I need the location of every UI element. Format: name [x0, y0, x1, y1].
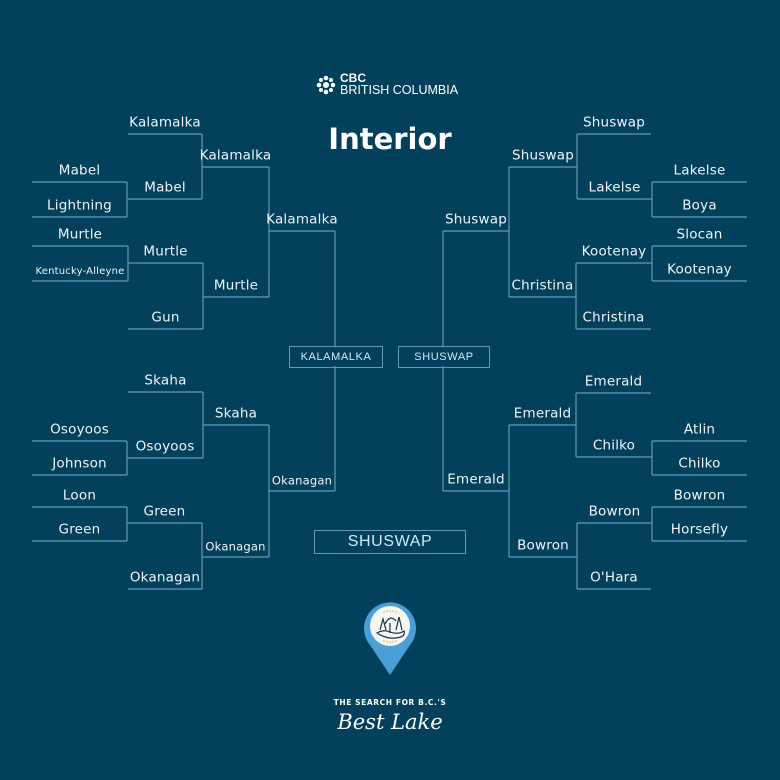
footer-tagline: THE SEARCH FOR B.C.'S: [333, 698, 447, 707]
right-semifinal-winner-text: SHUSWAP: [414, 351, 474, 363]
left-semifinal-winner-text: KALAMALKA: [300, 351, 372, 363]
right-team-label: Slocan: [676, 226, 723, 243]
right-team-label: Shuswap: [583, 114, 645, 131]
right-team-label: Kootenay: [581, 243, 647, 260]
right-team-label: O'Hara: [590, 569, 638, 586]
left-team-label: Mabel: [144, 179, 186, 196]
left-team-label: Kalamalka: [266, 211, 338, 228]
right-team-label: Boya: [682, 197, 717, 214]
right-team-label: Bowron: [673, 487, 726, 504]
left-team-label: Osoyoos: [50, 421, 109, 438]
right-team-label: Atlin: [683, 421, 716, 438]
page-title: Interior: [328, 122, 452, 156]
left-team-label: Lightning: [47, 197, 112, 214]
footer-best-lake: Best Lake: [337, 710, 443, 734]
left-team-label: Kentucky-Alleyne: [35, 266, 125, 277]
left-team-label: Johnson: [52, 455, 107, 472]
right-team-label: Emerald: [447, 471, 505, 488]
left-team-label: Kalamalka: [199, 147, 272, 164]
left-team-label: Mabel: [58, 162, 101, 179]
left-team-label: Green: [143, 503, 186, 520]
cbc-gem-icon: [316, 75, 336, 94]
left-team-label: Skaha: [144, 372, 187, 389]
right-team-label: Lakelse: [673, 162, 726, 179]
brand-region: BRITISH COLUMBIA: [340, 83, 459, 97]
right-team-label: Christina: [511, 277, 574, 294]
left-team-label: Skaha: [214, 405, 258, 422]
right-team-label: Shuswap: [445, 211, 507, 228]
cbc-brand: CBC BRITISH COLUMBIA: [316, 72, 459, 97]
right-team-label: Christina: [582, 309, 645, 326]
right-team-label: Lakelse: [588, 179, 641, 196]
left-team-label: Gun: [151, 309, 180, 326]
right-team-label: Emerald: [584, 373, 643, 390]
right-team-label: Emerald: [513, 405, 572, 422]
lake-map-pin-icon: [364, 602, 416, 675]
left-team-label: Murtle: [143, 243, 188, 260]
right-team-label: Shuswap: [512, 147, 574, 164]
left-semifinal-winner: KALAMALKA: [289, 346, 383, 368]
right-team-label: Chilko: [678, 455, 721, 472]
right-team-label: Horsefly: [670, 521, 729, 538]
right-team-label: Bowron: [588, 503, 641, 520]
right-team-label: Bowron: [517, 537, 569, 554]
left-team-label: Green: [58, 521, 101, 538]
left-team-label: Okanagan: [271, 473, 333, 488]
right-team-label: Chilko: [592, 437, 636, 454]
left-team-label: Murtle: [213, 277, 259, 294]
left-team-label: Kalamalka: [129, 114, 201, 131]
left-team-label: Okanagan: [205, 539, 266, 554]
left-team-label: Osoyoos: [135, 438, 195, 455]
left-team-label: Okanagan: [129, 569, 201, 586]
left-team-label: Murtle: [57, 226, 103, 243]
left-team-label: Loon: [62, 487, 97, 504]
right-team-label: Kootenay: [667, 261, 732, 278]
right-semifinal-winner: SHUSWAP: [398, 346, 490, 368]
champion-text: SHUSWAP: [347, 533, 433, 550]
champion-box: SHUSWAP: [314, 530, 466, 554]
